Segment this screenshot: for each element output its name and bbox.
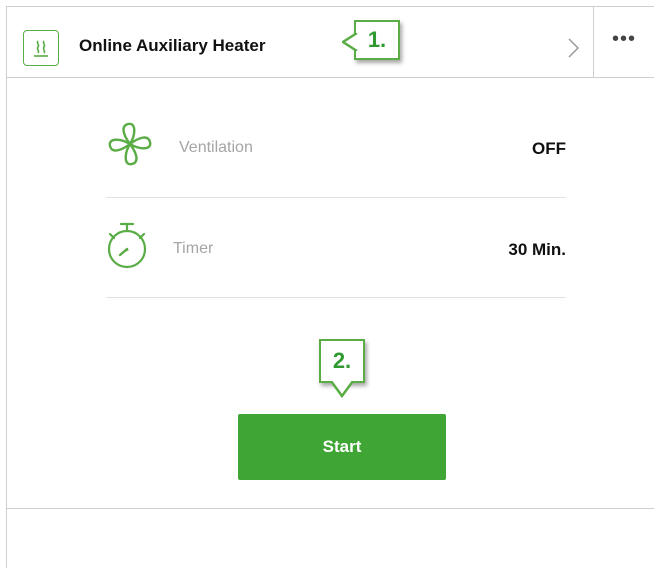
callout-1-label: 1. <box>367 27 387 52</box>
callout-1: 1. <box>342 20 400 60</box>
setting-row-ventilation[interactable]: Ventilation OFF <box>106 98 566 198</box>
setting-row-timer[interactable]: Timer 30 Min. <box>106 198 566 298</box>
fan-icon <box>106 120 154 168</box>
callout-2: 2. <box>319 339 365 399</box>
heater-icon <box>23 30 59 66</box>
header-divider <box>593 6 594 77</box>
header-bar[interactable]: Online Auxiliary Heater <box>6 6 654 78</box>
start-button[interactable]: Start <box>238 414 446 480</box>
ventilation-label: Ventilation <box>179 139 253 156</box>
stopwatch-icon <box>106 220 152 270</box>
row-divider <box>106 297 566 298</box>
callout-2-label: 2. <box>332 348 352 373</box>
timer-label: Timer <box>173 240 214 257</box>
ventilation-value: OFF <box>532 139 566 158</box>
page-title: Online Auxiliary Heater <box>79 36 266 55</box>
timer-value: 30 Min. <box>508 240 566 259</box>
bottom-divider <box>6 508 654 509</box>
chevron-right-icon[interactable] <box>563 36 583 60</box>
more-options-button[interactable]: ••• <box>602 26 646 52</box>
